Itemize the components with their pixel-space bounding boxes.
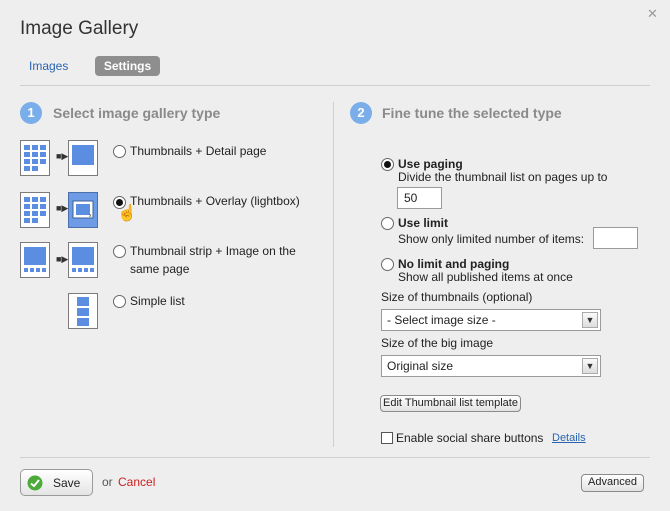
use-paging-radio[interactable] [381, 158, 394, 171]
checkmark-icon [27, 475, 43, 491]
use-paging-desc: Divide the thumbnail list on pages up to [398, 170, 608, 184]
arrow-right-icon: ■▶ [56, 254, 69, 264]
thumb-size-select[interactable]: - Select image size - ▼ [381, 309, 601, 331]
strip-image-icon [68, 242, 98, 278]
tab-settings[interactable]: Settings [95, 56, 160, 76]
big-size-value: Original size [387, 359, 454, 373]
big-size-label: Size of the big image [381, 336, 494, 350]
gallery-type-radio-strip[interactable] [113, 245, 126, 258]
or-text: or [102, 475, 113, 489]
chevron-down-icon: ▼ [582, 358, 598, 374]
thumb-size-value: - Select image size - [387, 313, 496, 327]
thumbnail-grid-icon [20, 192, 50, 228]
gallery-type-label-strip: Thumbnail strip + Image on the [130, 244, 296, 258]
left-section-title: Select image gallery type [53, 105, 221, 121]
tab-images[interactable]: Images [29, 59, 68, 73]
social-share-label: Enable social share buttons [396, 431, 544, 445]
strip-layout-icon [20, 242, 50, 278]
detail-page-icon [68, 140, 98, 176]
arrow-right-icon: ■▶ [56, 151, 69, 161]
dialog-title: Image Gallery [20, 18, 139, 39]
gallery-type-label-detail: Thumbnails + Detail page [130, 144, 267, 158]
use-limit-desc: Show only limited number of items: [398, 232, 585, 246]
advanced-button[interactable]: Advanced [581, 474, 644, 492]
limit-count-input[interactable] [593, 227, 638, 249]
step-1-badge: 1 [20, 102, 42, 124]
section-divider [333, 102, 334, 447]
no-limit-radio[interactable] [381, 258, 394, 271]
paging-count-input[interactable]: 50 [397, 187, 442, 209]
step-2-badge: 2 [350, 102, 372, 124]
save-label: Save [53, 476, 81, 490]
cancel-link[interactable]: Cancel [118, 475, 155, 489]
social-share-checkbox[interactable] [381, 432, 393, 444]
chevron-down-icon: ▼ [582, 312, 598, 328]
no-limit-desc: Show all published items at once [398, 270, 573, 284]
use-limit-radio[interactable] [381, 217, 394, 230]
no-limit-label: No limit and paging [398, 257, 510, 271]
edit-template-button[interactable]: Edit Thumbnail list template [380, 395, 521, 412]
close-icon[interactable]: ✕ [647, 6, 658, 22]
arrow-right-icon: ■▶ [56, 203, 69, 213]
social-share-details-link[interactable]: Details [552, 432, 586, 444]
use-limit-label: Use limit [398, 216, 449, 230]
gallery-type-label-lightbox: Thumbnails + Overlay (lightbox) [130, 194, 300, 208]
simple-list-icon [68, 293, 98, 329]
footer-divider [20, 457, 650, 458]
use-paging-label: Use paging [398, 157, 463, 171]
header-divider [20, 85, 650, 86]
gallery-type-label-strip-line2: same page [130, 262, 190, 276]
gallery-type-label-simple: Simple list [130, 294, 185, 308]
save-button[interactable]: Save [20, 469, 93, 496]
right-section-title: Fine tune the selected type [382, 105, 562, 121]
thumb-size-label: Size of thumbnails (optional) [381, 290, 533, 304]
big-size-select[interactable]: Original size ▼ [381, 355, 601, 377]
thumbnail-grid-icon [20, 140, 50, 176]
gallery-type-radio-detail[interactable] [113, 145, 126, 158]
gallery-type-radio-simple[interactable] [113, 295, 126, 308]
lightbox-overlay-icon: x [68, 192, 98, 228]
